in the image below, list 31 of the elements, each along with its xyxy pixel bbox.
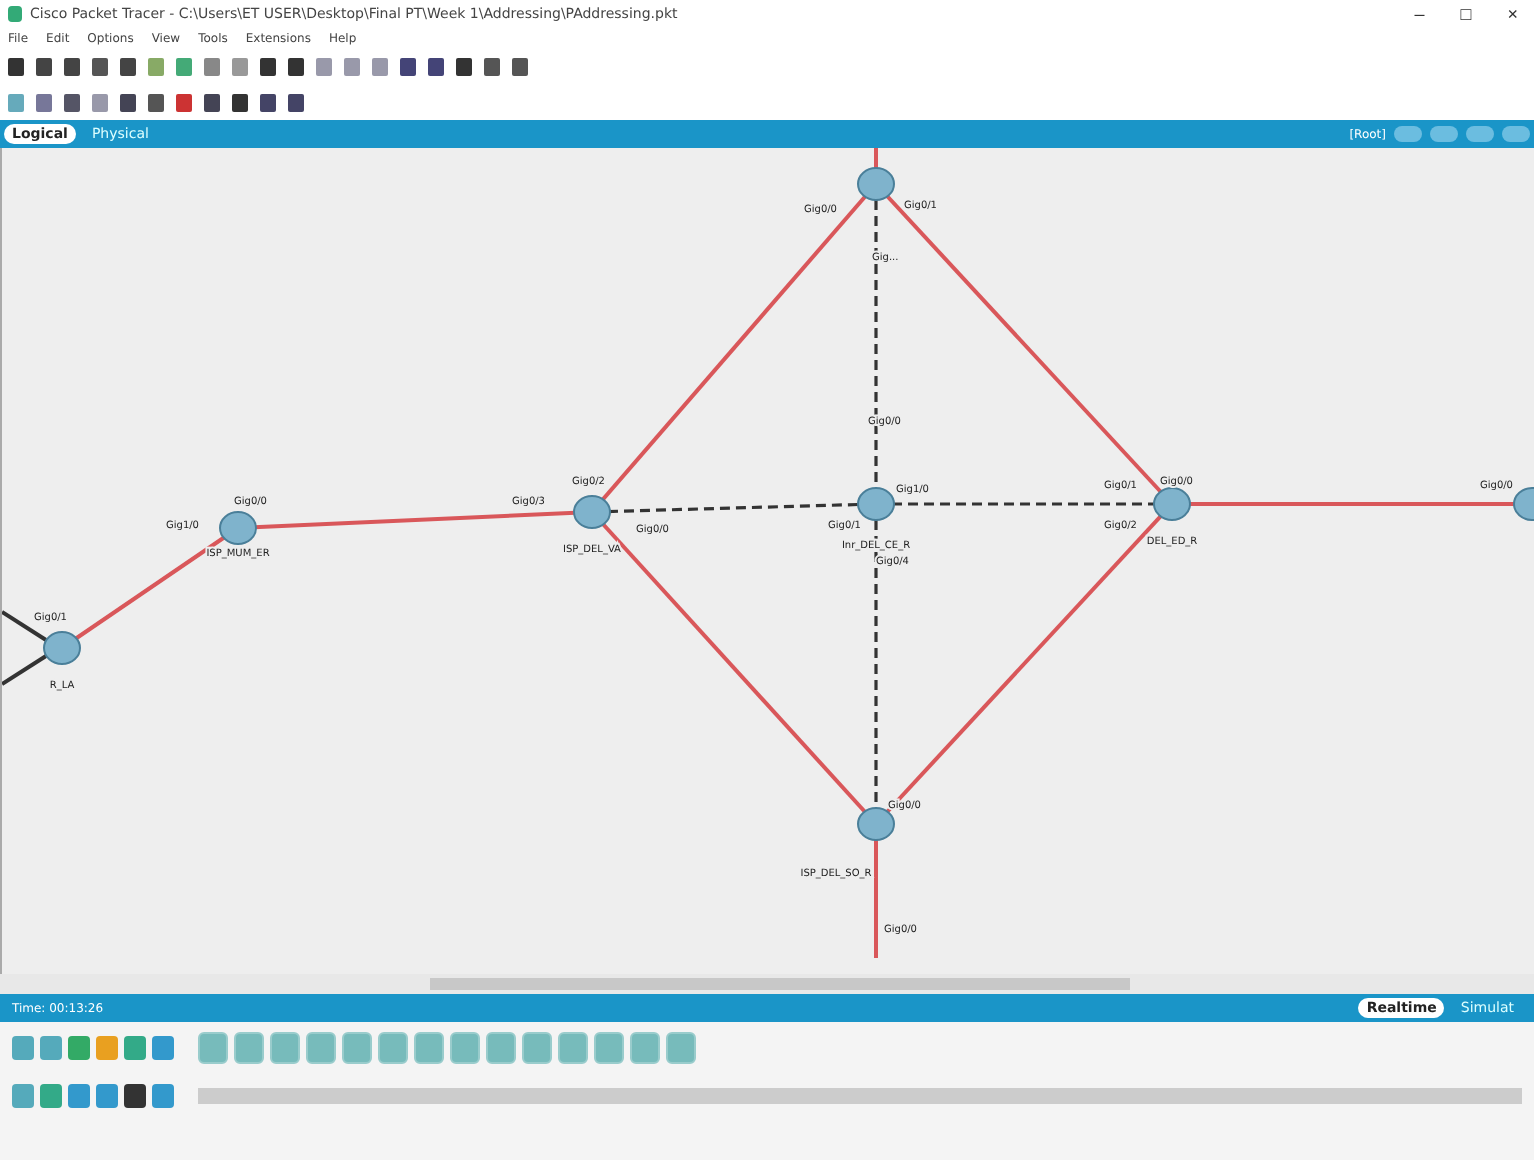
router-icon[interactable]: [1513, 487, 1534, 521]
window-control-button[interactable]: ×: [1499, 4, 1526, 24]
device-category-icon[interactable]: [124, 1084, 146, 1108]
device-model-icon[interactable]: [666, 1032, 696, 1064]
app-icon: [8, 6, 22, 22]
router-icon[interactable]: [1153, 487, 1191, 521]
router-icon[interactable]: [219, 511, 257, 545]
router-icon[interactable]: [43, 631, 81, 665]
cable: [2, 654, 48, 686]
device-model-icon[interactable]: [198, 1032, 228, 1064]
scrollbar-thumb[interactable]: [430, 978, 1130, 990]
router-icon[interactable]: [857, 167, 895, 201]
router-icon[interactable]: [573, 495, 611, 529]
device-model-icon[interactable]: [450, 1032, 480, 1064]
router-icon[interactable]: [857, 807, 895, 841]
window-control-button[interactable]: □: [1452, 4, 1480, 24]
device-model-icon[interactable]: [486, 1032, 516, 1064]
device-model-icon[interactable]: [306, 1032, 336, 1064]
scrollbar[interactable]: [198, 1088, 1522, 1104]
device-model-icon[interactable]: [522, 1032, 552, 1064]
device-model-icon[interactable]: [378, 1032, 408, 1064]
device-model-icon[interactable]: [414, 1032, 444, 1064]
device-model-icon[interactable]: [594, 1032, 624, 1064]
window-control-button[interactable]: –: [1406, 4, 1433, 24]
device-model-icon[interactable]: [234, 1032, 264, 1064]
router-icon[interactable]: [857, 487, 895, 521]
scrollbar[interactable]: [0, 974, 1534, 994]
device-model-icon[interactable]: [270, 1032, 300, 1064]
device-model-icon[interactable]: [558, 1032, 588, 1064]
device-model-icon[interactable]: [342, 1032, 372, 1064]
device-model-icon[interactable]: [630, 1032, 660, 1064]
